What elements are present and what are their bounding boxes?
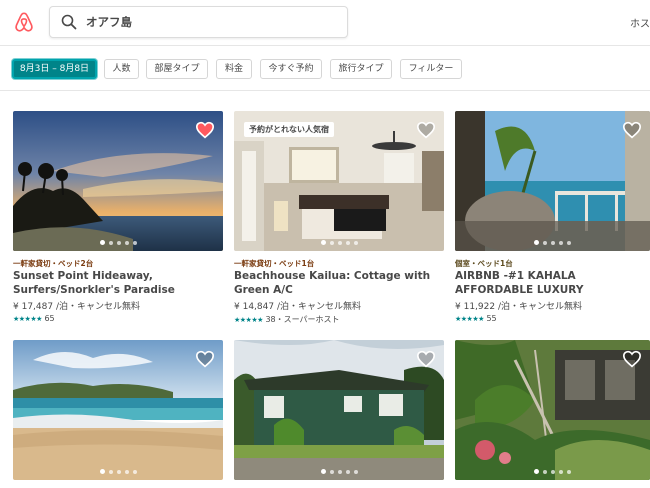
listing-card[interactable]: 一軒家貸切・ベッド2台 Sunset Point Hideaway, Surfe…	[13, 111, 223, 331]
listing-title[interactable]: AIRBNB -#1 KAHALA AFFORDABLE LUXURY	[455, 269, 645, 297]
listing-photo[interactable]	[455, 111, 650, 251]
price-filter-button[interactable]: 料金	[216, 59, 252, 79]
listing-rating: ★★★★★ 38・スーパーホスト	[234, 314, 340, 325]
popular-badge: 予約がとれない人気宿	[244, 122, 334, 137]
listing-card[interactable]	[234, 340, 444, 480]
listing-card[interactable]: 予約がとれない人気宿 一軒家貸切・ベッド1台 Beachhouse Kailua…	[234, 111, 444, 331]
listing-price: ¥ 14,847 /泊・キャンセル無料	[234, 302, 361, 312]
star-rating-icon: ★★★★★	[13, 315, 42, 323]
instant-book-filter-button[interactable]: 今すぐ予約	[260, 59, 322, 79]
more-filters-button[interactable]: フィルター	[400, 59, 462, 79]
search-value: オアフ島	[86, 15, 132, 29]
listing-type: 一軒家貸切・ベッド2台	[13, 259, 94, 268]
listing-photo[interactable]	[234, 340, 444, 480]
listing-photo[interactable]	[13, 340, 223, 480]
listing-title[interactable]: Sunset Point Hideaway, Surfers/Snorkler'…	[13, 269, 223, 297]
listing-rating: ★★★★★ 65	[13, 314, 55, 323]
listing-card[interactable]	[455, 340, 650, 480]
heart-icon[interactable]	[622, 121, 642, 139]
listing-photo[interactable]	[455, 340, 650, 480]
listing-type: 一軒家貸切・ベッド1台	[234, 259, 315, 268]
listing-price: ¥ 11,922 /泊・キャンセル無料	[455, 302, 582, 312]
listing-card[interactable]: 個室・ベッド1台 AIRBNB -#1 KAHALA AFFORDABLE LU…	[455, 111, 650, 331]
heart-icon[interactable]	[416, 350, 436, 368]
photo-carousel-dots[interactable]	[234, 469, 444, 474]
photo-carousel-dots[interactable]	[455, 469, 650, 474]
filter-bar: 8月3日 – 8月8日 人数 部屋タイプ 料金 今すぐ予約 旅行タイプ フィルタ…	[0, 47, 650, 91]
listing-rating: ★★★★★ 55	[455, 314, 497, 323]
trip-type-filter-button[interactable]: 旅行タイプ	[330, 59, 392, 79]
listing-photo[interactable]	[13, 111, 223, 251]
photo-carousel-dots[interactable]	[455, 240, 650, 245]
photo-carousel-dots[interactable]	[234, 240, 444, 245]
review-count: 65	[44, 314, 55, 323]
star-rating-icon: ★★★★★	[455, 315, 484, 323]
top-header: オアフ島 ホス	[0, 0, 650, 46]
star-rating-icon: ★★★★★	[234, 316, 263, 324]
review-count: 55	[486, 314, 497, 323]
room-type-filter-button[interactable]: 部屋タイプ	[146, 59, 208, 79]
listing-title[interactable]: Beachhouse Kailua: Cottage with Green A/…	[234, 269, 444, 297]
photo-carousel-dots[interactable]	[13, 469, 223, 474]
search-input[interactable]: オアフ島	[49, 6, 348, 38]
listing-card[interactable]	[13, 340, 223, 480]
photo-carousel-dots[interactable]	[13, 240, 223, 245]
heart-icon[interactable]	[416, 121, 436, 139]
listing-price: ¥ 17,487 /泊・キャンセル無料	[13, 302, 140, 312]
listing-photo[interactable]: 予約がとれない人気宿	[234, 111, 444, 251]
heart-icon[interactable]	[195, 121, 215, 139]
review-count: 38	[265, 315, 276, 324]
airbnb-logo-icon[interactable]	[14, 11, 34, 33]
heart-icon[interactable]	[195, 350, 215, 368]
search-icon	[61, 14, 77, 30]
superhost-label: ・スーパーホスト	[275, 315, 340, 324]
guests-filter-button[interactable]: 人数	[104, 59, 139, 79]
host-link[interactable]: ホス	[630, 15, 650, 30]
heart-icon[interactable]	[622, 350, 642, 368]
dates-filter-button[interactable]: 8月3日 – 8月8日	[12, 59, 97, 79]
listing-type: 個室・ベッド1台	[455, 259, 513, 268]
